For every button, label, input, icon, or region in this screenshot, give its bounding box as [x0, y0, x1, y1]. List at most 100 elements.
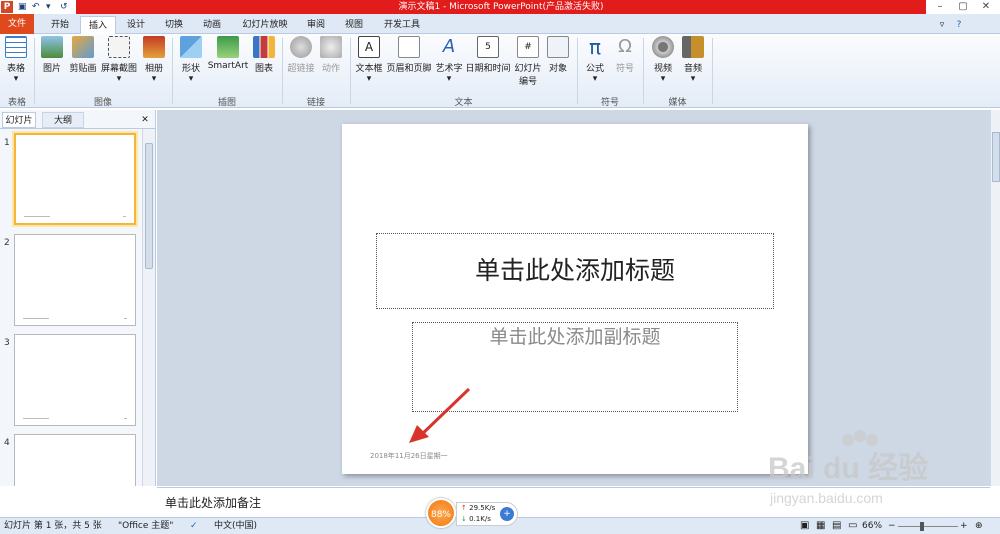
shapes-button[interactable]: 形状 ▾ [178, 36, 204, 84]
slide-thumbnail-2[interactable] [14, 234, 136, 326]
slide-number-label-2: 编号 [518, 77, 537, 87]
zoom-slider[interactable] [898, 526, 958, 527]
accelerate-icon[interactable]: + [500, 507, 514, 521]
slide-number: 1 [4, 138, 10, 148]
tab-review[interactable]: 审阅 [298, 16, 334, 34]
tab-view[interactable]: 视图 [336, 16, 372, 34]
slide-thumbnail-3[interactable] [14, 334, 136, 426]
spellcheck-icon[interactable]: ✓ [190, 518, 198, 534]
slide-thumbnail-1[interactable] [14, 133, 136, 225]
tab-insert[interactable]: 插入 [80, 16, 116, 35]
zoom-in-icon[interactable]: + [960, 518, 968, 534]
audio-button[interactable]: 音频 ▾ [680, 36, 706, 84]
video-button[interactable]: 视频 ▾ [650, 36, 676, 84]
slide-number-label: 幻灯片 [514, 64, 542, 74]
close-pane-icon[interactable]: ✕ [138, 112, 152, 128]
object-icon [547, 36, 569, 58]
clipart-button[interactable]: 剪贴画 [68, 36, 98, 74]
thumb-footer [23, 418, 49, 419]
header-footer-icon [398, 36, 420, 58]
object-button[interactable]: 对象 [545, 36, 571, 74]
memory-usage-badge[interactable]: 88% [426, 498, 456, 528]
pi-icon: π [588, 35, 602, 59]
date-footer[interactable]: 2018年11月26日星期一 [370, 451, 448, 461]
tab-file[interactable]: 文件 [0, 14, 34, 34]
slide-count-status: 幻灯片 第 1 张，共 5 张 [4, 521, 102, 531]
upload-arrow-icon: ↑ [461, 504, 467, 512]
slides-scrollbar[interactable] [142, 129, 155, 486]
watermark-brand: Bai du 经验 [768, 451, 928, 485]
tab-slideshow[interactable]: 幻灯片放映 [234, 16, 296, 34]
theme-status[interactable]: "Office 主题" [118, 518, 173, 534]
chart-button[interactable]: 图表 [251, 36, 277, 74]
minimize-icon[interactable]: – [930, 1, 950, 13]
tab-design[interactable]: 设计 [118, 16, 154, 34]
album-icon [143, 36, 165, 58]
datetime-label: 日期和时间 [465, 64, 511, 74]
download-arrow-icon: ↓ [461, 515, 467, 523]
tab-transitions[interactable]: 切换 [156, 16, 192, 34]
textbox-button[interactable]: A 文本框 ▾ [353, 36, 385, 84]
title-bar: P ▣ ↶ ▾ ↺ 演示文稿1 - Microsoft PowerPoint(产… [0, 0, 1000, 14]
smartart-button[interactable]: SmartArt [207, 36, 249, 71]
speaker-icon [682, 36, 704, 58]
normal-view-icon[interactable]: ▣ [800, 518, 809, 534]
thumb-number [124, 318, 127, 319]
slide-sorter-icon[interactable]: ▦ [816, 518, 825, 534]
save-icon[interactable]: ▣ [18, 1, 27, 13]
maximize-icon[interactable]: ▢ [953, 1, 973, 13]
picture-button[interactable]: 图片 [38, 36, 66, 74]
zoom-out-icon[interactable]: − [888, 518, 896, 534]
album-button[interactable]: 相册 ▾ [141, 36, 167, 84]
hyperlink-icon [290, 36, 312, 58]
action-button[interactable]: 动作 [318, 36, 344, 74]
help-icon[interactable]: ? [952, 16, 966, 34]
ribbon-collapse-icon[interactable]: ▿ [935, 16, 949, 34]
tab-home[interactable]: 开始 [42, 16, 78, 34]
symbol-button[interactable]: Ω 符号 [612, 36, 638, 74]
redo-icon[interactable]: ↺ [60, 1, 68, 13]
hyperlink-button[interactable]: 超链接 [286, 36, 316, 74]
slideshow-view-icon[interactable]: ▭ [848, 518, 857, 534]
slide-number-button[interactable]: # 幻灯片 编号 [512, 36, 544, 87]
group-symbols-label: 符号 [600, 98, 619, 108]
tab-slides[interactable]: 幻灯片 [2, 112, 36, 128]
annotation-arrow [409, 387, 471, 443]
title-placeholder[interactable]: 单击此处添加标题 [376, 233, 774, 309]
slide-number: 3 [4, 338, 10, 348]
header-footer-button[interactable]: 页眉和页脚 [386, 36, 432, 74]
slide-number: 4 [4, 438, 10, 448]
smartart-icon [217, 36, 239, 58]
reading-view-icon[interactable]: ▤ [832, 518, 841, 534]
group-text-label: 文本 [454, 98, 473, 108]
undo-icon[interactable]: ↶ [32, 1, 40, 13]
slide-thumbnail-4[interactable] [14, 434, 136, 486]
dropdown-icon[interactable]: ▾ [46, 1, 51, 13]
canvas-scrollbar[interactable] [990, 110, 1000, 486]
zoom-slider-handle[interactable] [920, 522, 924, 531]
ribbon: 表格 ▾ 图片 剪贴画 屏幕截图 ▾ 相册 ▾ 形状 ▾ SmartArt 图表 超链接… [0, 34, 1000, 108]
zoom-level[interactable]: 66% [862, 518, 882, 534]
tab-outline[interactable]: 大纲 [42, 112, 84, 128]
download-speed: 0.1K/s [469, 515, 491, 523]
screenshot-button[interactable]: 屏幕截图 ▾ [99, 36, 139, 84]
close-icon[interactable]: ✕ [976, 1, 996, 13]
canvas-scroll-thumb[interactable] [992, 132, 1000, 182]
language-status[interactable]: 中文(中国) [214, 518, 257, 534]
equation-button[interactable]: π 公式 ▾ [582, 36, 608, 84]
tab-developer[interactable]: 开发工具 [374, 16, 430, 34]
tab-animations[interactable]: 动画 [194, 16, 230, 34]
fit-window-icon[interactable]: ⊕ [975, 518, 983, 534]
table-icon [5, 36, 27, 58]
network-speed-widget[interactable]: 88% ↑ 29.5K/s ↓ 0.1K/s + [426, 496, 518, 530]
wordart-button[interactable]: A 艺术字 ▾ [434, 36, 464, 84]
textbox-label: 文本框 [355, 64, 383, 74]
powerpoint-logo-icon: P [1, 1, 13, 13]
wordart-icon: A [442, 36, 456, 57]
datetime-button[interactable]: 5 日期和时间 [465, 36, 511, 74]
thumb-footer [24, 216, 50, 217]
table-button[interactable]: 表格 ▾ [2, 36, 30, 84]
picture-label: 图片 [42, 64, 61, 74]
group-illustrations-label: 插图 [217, 98, 236, 108]
scroll-thumb[interactable] [145, 143, 153, 269]
